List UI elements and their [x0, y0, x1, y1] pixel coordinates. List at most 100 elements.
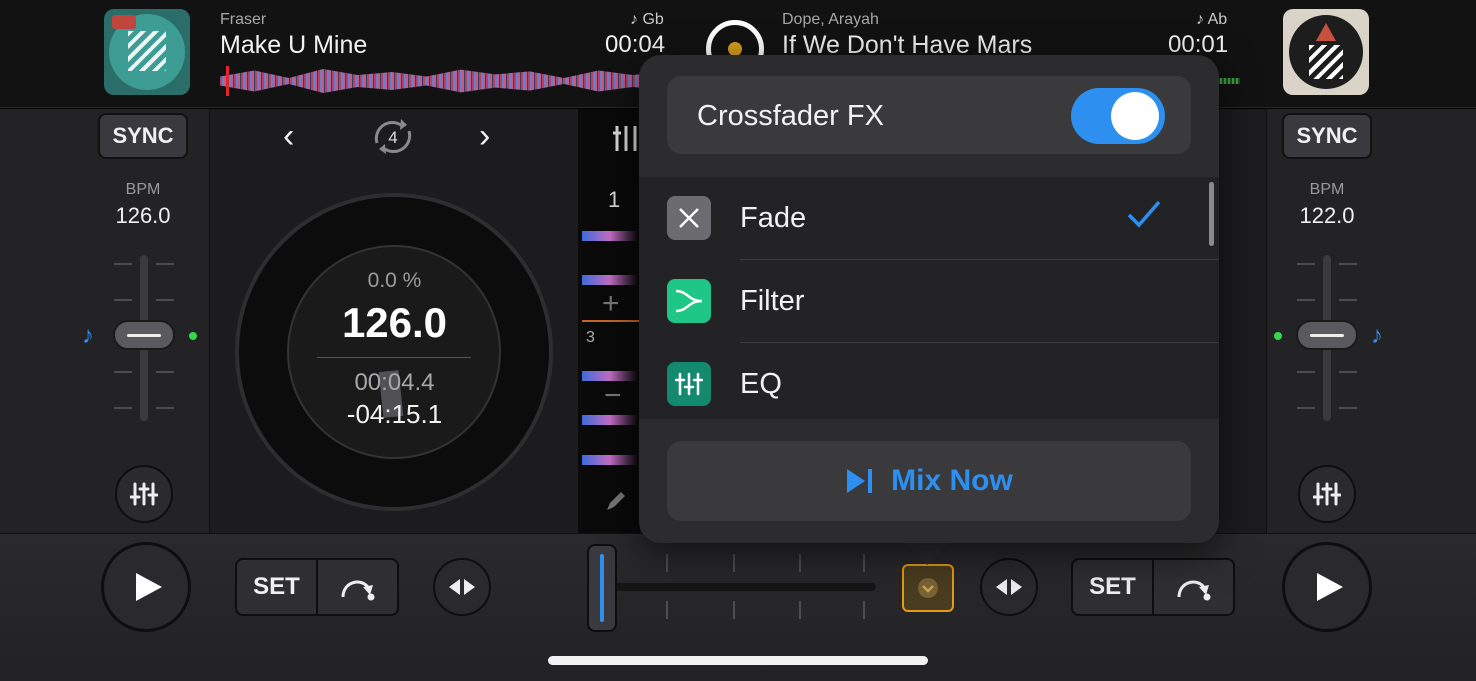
deck-b-side-panel: SYNC BPM 122.0 ♪	[1266, 109, 1476, 533]
deck-a-jog-wheel[interactable]	[235, 193, 553, 511]
strip-cue-line	[582, 320, 640, 322]
crossfader-tick	[666, 554, 668, 572]
deck-b-sync-button[interactable]: SYNC	[1282, 113, 1372, 159]
fx-item-filter[interactable]: Filter	[639, 260, 1219, 343]
deck-a-pitch-slider[interactable]	[113, 320, 175, 350]
strip-wave	[582, 275, 638, 285]
deck-b-pitch-slider[interactable]	[1296, 320, 1358, 350]
deck-b-play-button[interactable]	[1282, 542, 1372, 632]
deck-a-elapsed-time: 00:04.4	[354, 369, 435, 396]
filter-icon	[667, 279, 711, 323]
deck-b-nudge-button[interactable]	[980, 558, 1038, 616]
deck-b-bpm-value: 122.0	[1299, 203, 1355, 228]
cover-stamp	[112, 15, 136, 29]
play-next-icon	[847, 469, 873, 493]
loop-count: 4	[388, 128, 397, 147]
keylock-note-icon[interactable]: ♪	[1371, 322, 1383, 350]
deck-a-remaining-time: -04:15.1	[346, 399, 443, 429]
cover-stripes	[1309, 45, 1343, 79]
home-indicator[interactable]	[548, 656, 928, 665]
popover-arrow	[903, 541, 951, 565]
zoom-in-icon[interactable]: +	[602, 287, 620, 321]
mixer-sliders-icon	[130, 482, 158, 506]
strip-wave	[582, 231, 638, 241]
deck-a-waveform-overview[interactable]	[220, 69, 650, 93]
deck-a-playhead	[226, 66, 229, 96]
deck-a-key: ♪ Gb	[630, 11, 664, 28]
crossfader-tick	[733, 554, 735, 572]
deck-a-nudge-button[interactable]	[433, 558, 491, 616]
deck-a-side-panel: SYNC BPM 126.0 ♪	[0, 109, 210, 533]
mixer-sliders-icon	[1313, 482, 1341, 506]
mix-now-button[interactable]: Mix Now	[667, 441, 1191, 521]
strip-wave	[582, 415, 638, 425]
play-icon	[1317, 573, 1343, 601]
deck-b-set-cue-button[interactable]: SET	[1073, 560, 1152, 614]
crossfader-tick	[733, 601, 735, 619]
crossfader-fx-toggle-row: Crossfader FX	[667, 76, 1191, 154]
deck-b-artist: Dope, Arayah	[782, 11, 879, 28]
chevron-down-icon	[918, 578, 938, 598]
deck-b-jump-cue-button[interactable]	[1152, 560, 1233, 614]
strip-wave	[582, 455, 638, 465]
loop-icon[interactable]: 4	[365, 113, 421, 161]
loop-next-arrow-icon[interactable]: ›	[479, 117, 490, 156]
deck-a-sync-button[interactable]: SYNC	[98, 113, 188, 159]
cover-triangle	[1316, 23, 1336, 41]
equalizer-icon[interactable]	[612, 123, 642, 153]
fx-list-scrollbar[interactable]	[1209, 182, 1214, 246]
fx-item-fade[interactable]: Fade	[639, 177, 1219, 260]
cover-label	[128, 31, 166, 71]
fx-item-label: EQ	[740, 368, 782, 400]
mix-now-label: Mix Now	[891, 464, 1013, 497]
crossfader-tick	[799, 554, 801, 572]
crossfader-track[interactable]	[612, 583, 876, 591]
deck-b-cover-art[interactable]	[1283, 9, 1369, 95]
crossfader-fx-button[interactable]	[902, 564, 954, 612]
deck-b-panel-edge	[1218, 109, 1266, 533]
crossfader-handle[interactable]	[587, 544, 617, 632]
deck-a-mixer-button[interactable]	[115, 465, 173, 523]
deck-b-key: ♪ Ab	[1196, 11, 1228, 28]
crossfader-fx-label: Crossfader FX	[697, 100, 884, 132]
pitch-center-indicator	[1274, 332, 1282, 340]
x-icon	[667, 196, 711, 240]
zoom-out-icon[interactable]: −	[604, 379, 622, 413]
checkmark-icon	[1127, 200, 1161, 228]
deck-a-set-cue-button[interactable]: SET	[237, 560, 316, 614]
jump-to-cue-icon	[1177, 580, 1210, 601]
deck-a-bpm-value: 126.0	[115, 203, 171, 228]
deck-a-cue-group: SET	[235, 558, 399, 616]
pencil-icon[interactable]	[604, 489, 628, 513]
nudge-arrows-icon	[996, 579, 1022, 595]
crossfader-tick	[799, 601, 801, 619]
deck-a-pitch-percent: 0.0 %	[367, 269, 422, 292]
crossfader-tick	[863, 554, 865, 572]
waveform-strip[interactable]: 1 + 3 −	[578, 109, 640, 533]
crossfader-fx-switch[interactable]	[1071, 88, 1165, 144]
deck-a-jump-cue-button[interactable]	[316, 560, 397, 614]
jump-to-cue-icon	[341, 580, 374, 601]
platter-divider	[317, 357, 471, 358]
deck-a-title: Make U Mine	[220, 31, 368, 59]
play-icon	[136, 573, 162, 601]
strip-row-number: 1	[608, 187, 621, 212]
fx-item-eq[interactable]: EQ	[639, 343, 1219, 426]
fx-item-label: Fade	[740, 202, 807, 234]
fx-list: Fade Filter EQ	[639, 177, 1219, 419]
crossfader-fx-popover: Crossfader FX Fade Filter EQ Mix Now	[639, 55, 1219, 543]
keylock-note-icon[interactable]: ♪	[82, 322, 94, 350]
fx-item-label: Filter	[740, 285, 805, 317]
deck-b-mixer-button[interactable]	[1298, 465, 1356, 523]
crossfader-tick	[666, 601, 668, 619]
loop-prev-arrow-icon[interactable]: ‹	[283, 117, 294, 156]
crossfader-tick	[863, 601, 865, 619]
deck-a-play-button[interactable]	[101, 542, 191, 632]
deck-a-artist: Fraser	[220, 11, 267, 28]
deck-a-cover-art[interactable]	[104, 9, 190, 95]
strip-row-number: 3	[586, 329, 595, 346]
deck-b-cue-group: SET	[1071, 558, 1235, 616]
eq-icon	[667, 362, 711, 406]
deck-a-panel: ‹ 4 › 0.0 % 126.0 00:04.4 -04:15.1	[211, 109, 578, 533]
nudge-arrows-icon	[449, 579, 475, 595]
